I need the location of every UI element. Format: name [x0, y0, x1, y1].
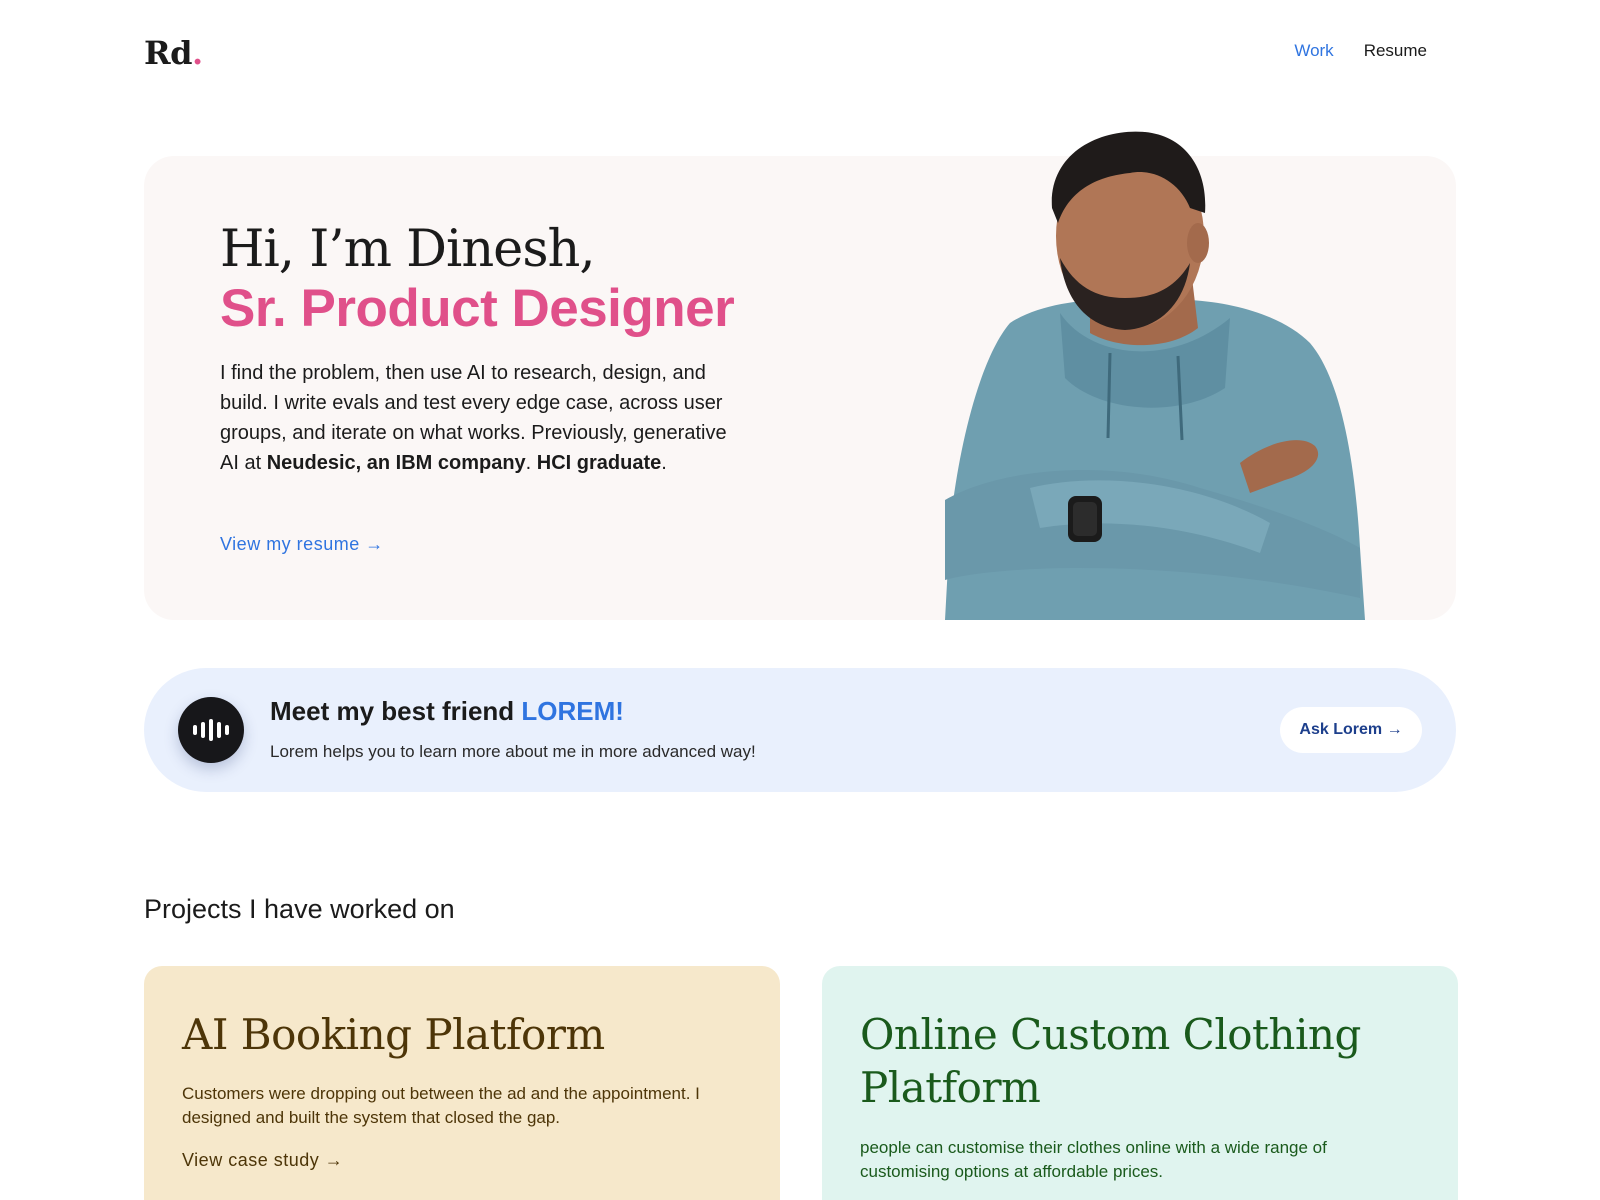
- lorem-title: Meet my best friend LOREM!: [270, 696, 624, 727]
- bio-degree: HCI graduate: [536, 452, 662, 474]
- site-logo[interactable]: Rd.: [144, 34, 203, 72]
- wave-bar: [209, 719, 213, 741]
- bio-end: .: [661, 452, 667, 474]
- wave-bar: [225, 725, 229, 735]
- project-card-custom-clothing[interactable]: Online Custom Clothing Platform people c…: [822, 966, 1458, 1200]
- top-nav: Work Resume: [1294, 41, 1427, 61]
- nav-work-link[interactable]: Work: [1294, 41, 1333, 61]
- logo-dot: .: [191, 34, 203, 72]
- lorem-title-accent: LOREM!: [521, 696, 624, 726]
- lorem-subtitle: Lorem helps you to learn more about me i…: [270, 742, 756, 761]
- portfolio-page: Rd. Work Resume Hi, I’m Dinesh, Sr. Prod…: [0, 0, 1600, 1200]
- bio-company: Neudesic, an IBM company: [266, 452, 526, 474]
- project-description: people can customise their clothes onlin…: [860, 1138, 1327, 1181]
- logo-text: Rd: [144, 34, 192, 72]
- project-description: Customers were dropping out between the …: [182, 1084, 700, 1127]
- wave-bar: [193, 725, 197, 735]
- view-resume-link[interactable]: View my resume →: [220, 534, 384, 555]
- ask-lorem-button[interactable]: Ask Lorem →: [1280, 707, 1422, 753]
- project-card-ai-booking[interactable]: AI Booking Platform Customers were dropp…: [144, 966, 780, 1200]
- portrait-photo: [945, 131, 1365, 620]
- bio-separator: .: [525, 452, 537, 474]
- lorem-banner: Meet my best friend LOREM! Lorem helps y…: [144, 668, 1456, 792]
- wave-bar: [201, 722, 205, 738]
- project-title: Online Custom Clothing Platform: [860, 1010, 1361, 1112]
- view-case-study-link[interactable]: View case study →: [182, 1150, 343, 1171]
- projects-heading: Projects I have worked on: [144, 894, 455, 924]
- hero-bio: I find the problem, then use AI to resea…: [220, 358, 740, 478]
- nav-resume-link[interactable]: Resume: [1364, 41, 1427, 61]
- project-title: AI Booking Platform: [182, 1010, 605, 1059]
- voice-wave-icon[interactable]: [178, 697, 244, 763]
- hero-greeting: Hi, I’m Dinesh,: [220, 220, 596, 279]
- lorem-title-prefix: Meet my best friend: [270, 696, 522, 726]
- wave-bar: [217, 722, 221, 738]
- hero-role: Sr. Product Designer: [220, 279, 735, 338]
